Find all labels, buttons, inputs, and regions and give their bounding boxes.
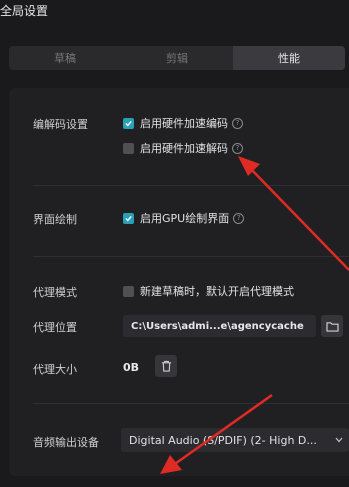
check-icon	[125, 215, 132, 222]
proxy-size-value: 0B	[123, 361, 140, 374]
help-icon[interactable]: ?	[233, 212, 245, 224]
hw-encode-option[interactable]: 启用硬件加速编码 ?	[123, 115, 243, 131]
proxy-mode-option[interactable]: 新建草稿时，默认开启代理模式	[123, 283, 294, 299]
hw-encode-label: 启用硬件加速编码	[140, 117, 228, 130]
hw-decode-option[interactable]: 启用硬件加速解码 ?	[123, 140, 243, 156]
hw-decode-checkbox[interactable]	[123, 142, 134, 154]
audio-output-label: 音频输出设备	[33, 436, 99, 449]
divider	[33, 256, 349, 257]
check-icon	[125, 120, 132, 127]
trash-icon	[161, 360, 171, 372]
folder-browse-button[interactable]	[321, 315, 343, 337]
chevron-down-icon	[335, 437, 343, 443]
tab-bar: 草稿 剪辑 性能	[9, 46, 345, 70]
window-title: 全局设置	[0, 4, 49, 18]
proxy-mode-label: 代理模式	[33, 286, 77, 299]
audio-output-value: Digital Audio (S/PDIF) (2- High D...	[129, 433, 317, 447]
divider	[33, 185, 349, 186]
render-label: 界面绘制	[33, 213, 77, 226]
proxy-mode-checkbox[interactable]	[123, 285, 134, 297]
clear-cache-button[interactable]	[155, 355, 177, 377]
hw-decode-label: 启用硬件加速解码	[140, 142, 228, 155]
proxy-location-field[interactable]: C:\Users\admi...e\agencycache	[123, 315, 316, 337]
gpu-render-checkbox[interactable]	[123, 212, 134, 224]
proxy-location-label: 代理位置	[33, 321, 77, 334]
hw-encode-checkbox[interactable]	[123, 117, 134, 129]
folder-icon	[325, 321, 339, 332]
tab-drafts[interactable]: 草稿	[9, 46, 121, 70]
help-icon[interactable]: ?	[232, 117, 243, 129]
proxy-mode-option-label: 新建草稿时，默认开启代理模式	[140, 285, 294, 298]
gpu-render-option[interactable]: 启用GPU绘制界面 ?	[123, 210, 245, 226]
divider	[33, 403, 349, 404]
audio-output-select[interactable]: Digital Audio (S/PDIF) (2- High D...	[121, 428, 349, 452]
proxy-size-label: 代理大小	[33, 363, 77, 376]
gpu-render-label: 启用GPU绘制界面	[140, 212, 230, 225]
codec-label: 编解码设置	[33, 118, 88, 131]
tab-edit[interactable]: 剪辑	[121, 46, 233, 70]
tab-performance[interactable]: 性能	[233, 46, 345, 70]
help-icon[interactable]: ?	[232, 142, 243, 154]
